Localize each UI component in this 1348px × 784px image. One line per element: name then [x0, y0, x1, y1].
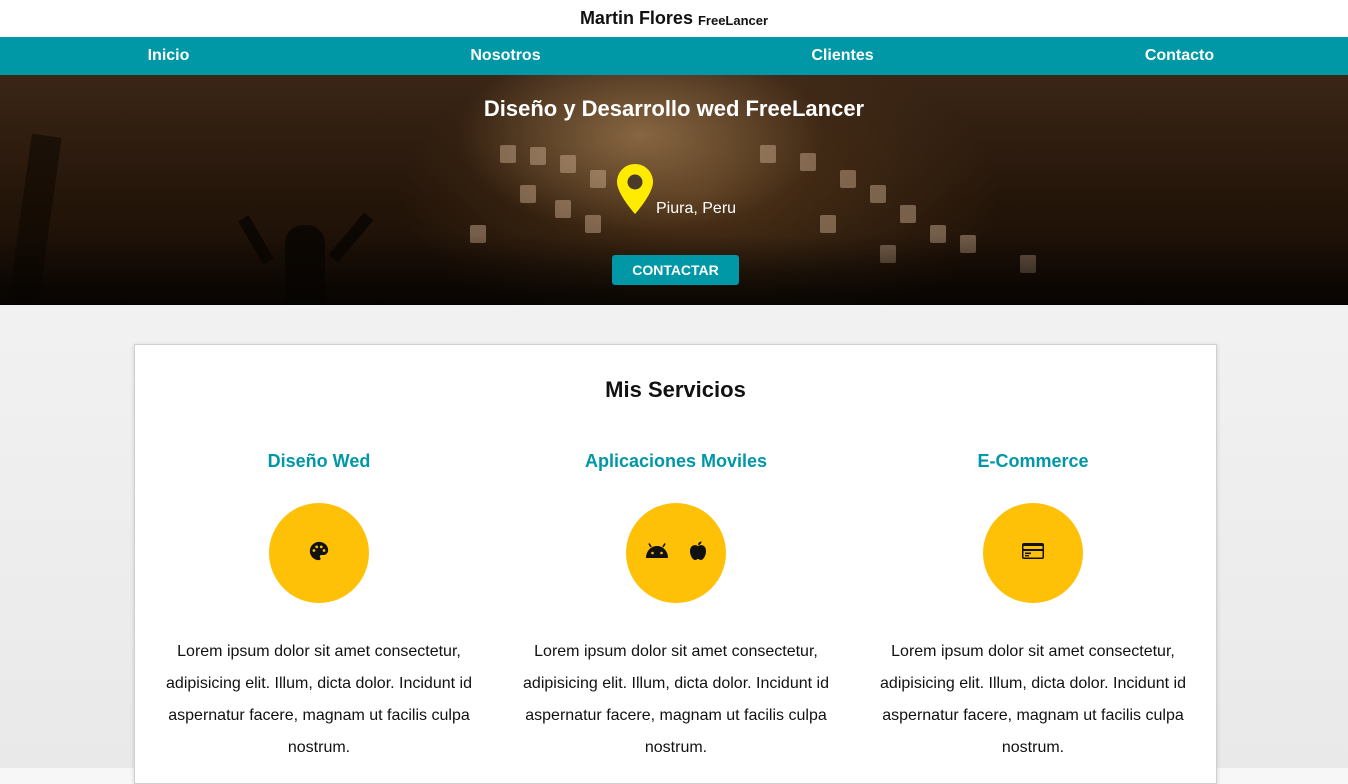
palette-icon — [308, 540, 330, 567]
services-title: Mis Servicios — [605, 377, 746, 402]
nav-item-nosotros[interactable]: Nosotros — [337, 47, 674, 65]
services-card: Mis Servicios Diseño Wed Lorem ipsum dol… — [134, 344, 1217, 784]
location: Piura, Peru — [616, 163, 736, 220]
nav-item-inicio[interactable]: Inicio — [0, 47, 337, 65]
service-icon-circle — [626, 503, 726, 603]
service-title: E-Commerce — [977, 451, 1089, 471]
main-nav: Inicio Nosotros Clientes Contacto — [0, 37, 1348, 75]
nav-item-contacto[interactable]: Contacto — [1011, 47, 1348, 65]
service-icon-circle — [269, 503, 369, 603]
map-pin-icon — [616, 163, 654, 220]
contact-button[interactable]: CONTACTAR — [612, 255, 739, 285]
credit-card-icon — [1021, 542, 1045, 565]
service-ecommerce: E-Commerce Lorem ipsum dolor sit amet co… — [873, 451, 1193, 764]
brand-name: Martin Flores — [579, 8, 693, 28]
apple-icon — [689, 541, 707, 566]
service-description: Lorem ipsum dolor sit amet consectetur, … — [166, 643, 472, 756]
service-web-design: Diseño Wed Lorem ipsum dolor sit amet co… — [159, 451, 479, 764]
service-icon-circle — [983, 503, 1083, 603]
service-description: Lorem ipsum dolor sit amet consectetur, … — [880, 643, 1186, 756]
site-header: Martin Flores FreeLancer — [0, 0, 1348, 37]
hero-banner: Diseño y Desarrollo wed FreeLancer Piura… — [0, 75, 1348, 305]
hero-title: Diseño y Desarrollo wed FreeLancer — [483, 96, 865, 121]
nav-item-clientes[interactable]: Clientes — [674, 47, 1011, 65]
location-label: Piura, Peru — [656, 200, 737, 217]
service-title: Aplicaciones Moviles — [584, 451, 768, 471]
service-mobile-apps: Aplicaciones Moviles Lorem ipsum dolor s… — [516, 451, 836, 764]
brand-tagline: FreeLancer — [697, 12, 769, 28]
service-title: Diseño Wed — [267, 451, 371, 471]
service-description: Lorem ipsum dolor sit amet consectetur, … — [523, 643, 829, 756]
android-icon — [645, 542, 669, 564]
